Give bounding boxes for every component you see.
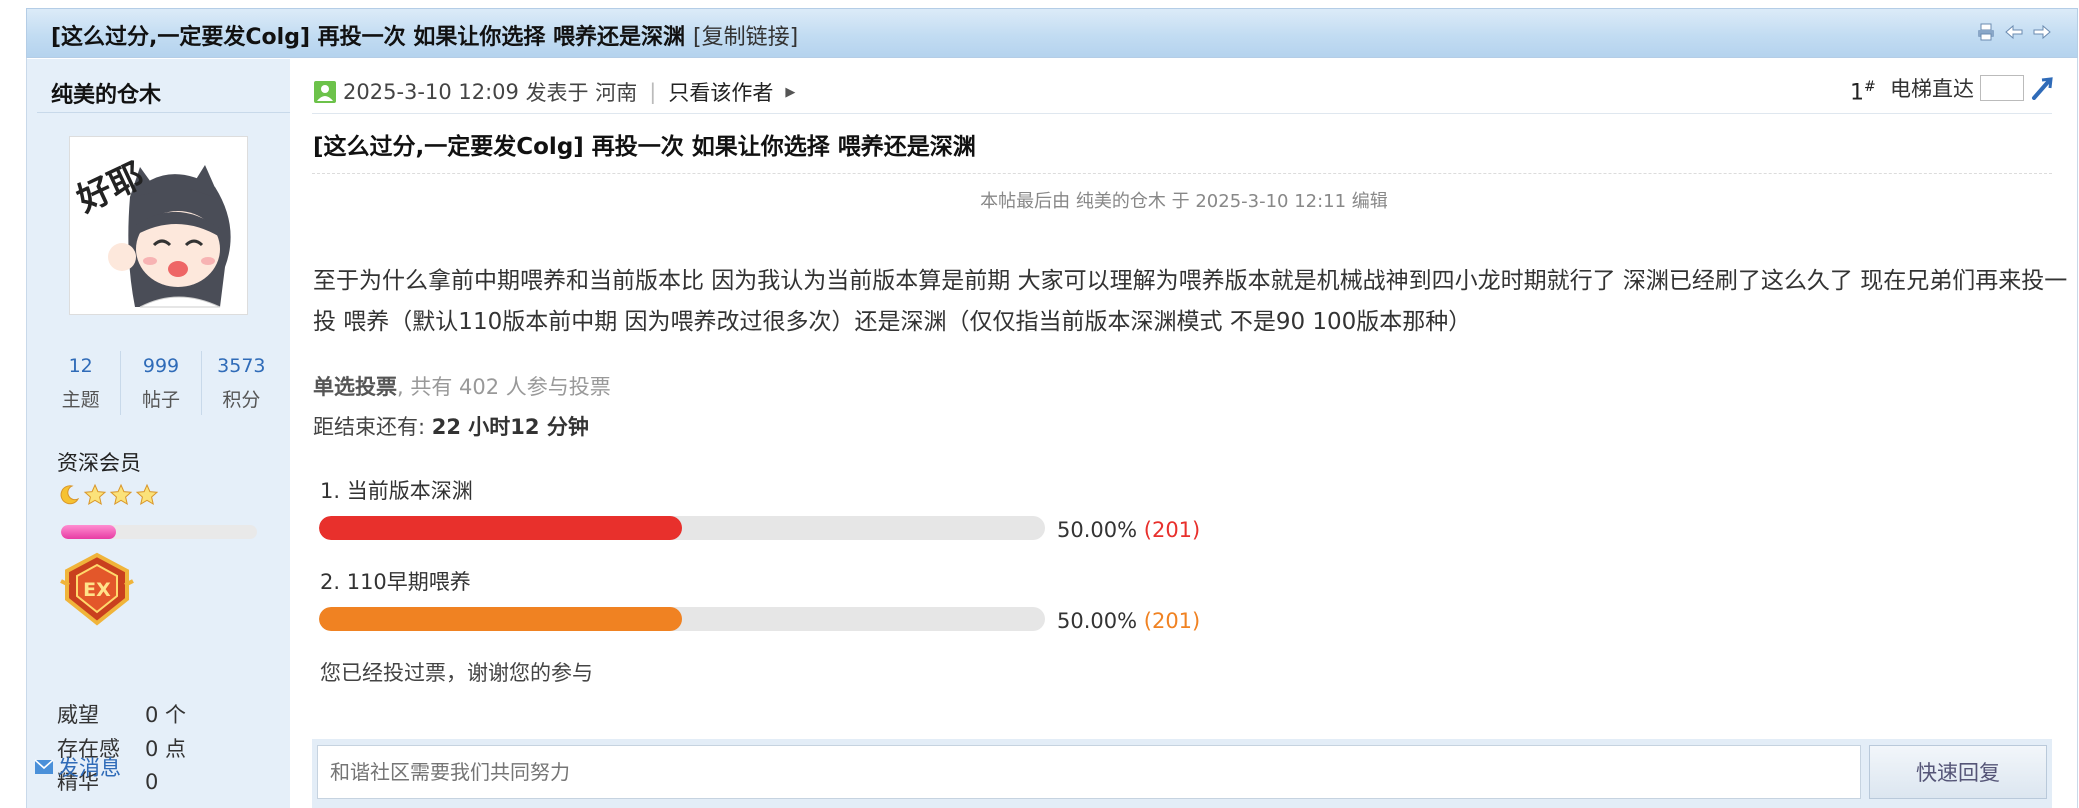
elevator-jump: 电梯直达 (1890, 73, 2054, 103)
thread-title-bar: [这么过分,一定要发Colg] 再投一次 如果让你选择 喂养还是深渊 [复制链接] (26, 8, 2078, 58)
prev-thread-icon[interactable] (2003, 21, 2025, 43)
post-title: [这么过分,一定要发Colg] 再投一次 如果让你选择 喂养还是深渊 (313, 134, 976, 160)
rank-stars (57, 483, 159, 507)
reply-input[interactable] (317, 745, 1861, 799)
floor-value: 1 (1850, 80, 1864, 106)
thread-title-text: [这么过分,一定要发Colg] 再投一次 如果让你选择 喂养还是深渊 (51, 25, 685, 50)
jump-icon (2032, 77, 2053, 100)
poll-result: 50.00% (201) (1057, 518, 1200, 542)
poll-bar (319, 516, 1045, 540)
stat-points[interactable]: 3573 积分 (202, 351, 281, 415)
level-progress-bar (61, 525, 257, 539)
send-message-link[interactable]: 发消息 (34, 752, 121, 782)
send-message-label: 发消息 (58, 756, 121, 780)
next-thread-icon[interactable] (2031, 21, 2053, 43)
edited-note: 本帖最后由 纯美的仓木 于 2025-3-10 12:11 编辑 (980, 191, 1388, 212)
floor-number[interactable]: 1# (1850, 79, 1876, 105)
post-meta: 2025-3-10 12:09 发表于 河南 | 只看该作者 ▶ (313, 77, 795, 107)
poll-result: 50.00% (201) (1057, 609, 1200, 633)
digest-value: 0 (145, 770, 159, 794)
poll-type-label: 单选投票 (313, 375, 397, 399)
poll-participants: , 共有 402 人参与投票 (397, 375, 611, 399)
poll-bar-fill (319, 516, 682, 540)
thread-tools (1975, 21, 2053, 43)
author-name[interactable]: 纯美的仓木 (51, 77, 161, 109)
poll-type: 单选投票, 共有 402 人参与投票 (313, 371, 611, 401)
post-main: 2025-3-10 12:09 发表于 河南 | 只看该作者 ▶ 1# 电梯直达… (290, 59, 2078, 808)
divider: | (649, 80, 657, 104)
post-datetime: 2025-3-10 12:09 (343, 80, 519, 104)
stat-label: 帖子 (141, 389, 180, 411)
user-online-icon (314, 81, 336, 103)
post-content: 至于为什么拿前中期喂养和当前版本比 因为我认为当前版本算是前期 大家可以理解为喂… (313, 268, 2068, 335)
mail-icon (34, 759, 54, 774)
stat-value: 3573 (217, 355, 266, 377)
poll-percent: 50.00% (1057, 518, 1138, 542)
poll-end-prefix: 距结束还有: (313, 415, 432, 439)
prestige-row: 威望 0 个 (57, 699, 186, 729)
divider (312, 113, 2052, 114)
star-icon (83, 483, 107, 506)
voted-note: 您已经投过票，谢谢您的参与 (320, 661, 593, 685)
level-progress-fill (61, 525, 116, 539)
stat-label: 主题 (61, 389, 100, 411)
poll-bar (319, 607, 1045, 631)
quick-reply: 快速回复 (312, 739, 2052, 808)
post-location: 河南 (595, 81, 638, 105)
avatar[interactable]: 好耶 (69, 136, 248, 315)
poll-option-label: 1. 当前版本深渊 (320, 479, 473, 503)
thread-title: [这么过分,一定要发Colg] 再投一次 如果让你选择 喂养还是深渊 [复制链接] (51, 19, 798, 51)
star-icon (109, 483, 133, 506)
star-icon (135, 483, 159, 506)
posted-in-label: 发表于 (525, 81, 589, 105)
user-group[interactable]: 资深会员 (57, 447, 141, 477)
poll-bar-fill (319, 607, 682, 631)
prestige-label: 威望 (57, 703, 99, 727)
stat-label: 积分 (222, 389, 261, 411)
poll-end-time: 22 小时12 分钟 (431, 415, 589, 439)
medal-icon[interactable]: EX (59, 551, 135, 627)
moon-icon (60, 485, 80, 505)
stat-posts[interactable]: 999 帖子 (121, 351, 202, 415)
poll-option-label: 2. 110早期喂养 (320, 570, 471, 594)
poll-count: (201) (1143, 518, 1201, 542)
prestige-value: 0 个 (145, 703, 187, 727)
poll-percent: 50.00% (1057, 609, 1138, 633)
divider (37, 112, 290, 113)
stat-threads[interactable]: 12 主题 (41, 351, 122, 415)
only-author-link[interactable]: 只看该作者 (668, 77, 773, 107)
copy-link[interactable]: [复制链接] (693, 25, 798, 50)
print-icon[interactable] (1975, 21, 1997, 43)
author-sidebar: 纯美的仓木 好耶 12 主题 999 帖子 3573 积分 资深会员 EX 威望… (27, 59, 290, 808)
quick-reply-button[interactable]: 快速回复 (1869, 745, 2047, 799)
presence-value: 0 点 (145, 737, 187, 761)
svg-text:EX: EX (83, 579, 111, 601)
elevator-label: 电梯直达 (1890, 77, 1974, 101)
author-stats: 12 主题 999 帖子 3573 积分 (41, 351, 281, 415)
caret-right-icon[interactable]: ▶ (785, 85, 795, 100)
divider (312, 173, 2052, 174)
poll-count: (201) (1143, 609, 1201, 633)
poll-countdown: 距结束还有: 22 小时12 分钟 (313, 411, 589, 441)
stat-value: 999 (142, 355, 180, 377)
floor-mark: # (1864, 79, 1876, 95)
elevator-input[interactable] (1980, 75, 2024, 101)
stat-value: 12 (68, 355, 93, 377)
